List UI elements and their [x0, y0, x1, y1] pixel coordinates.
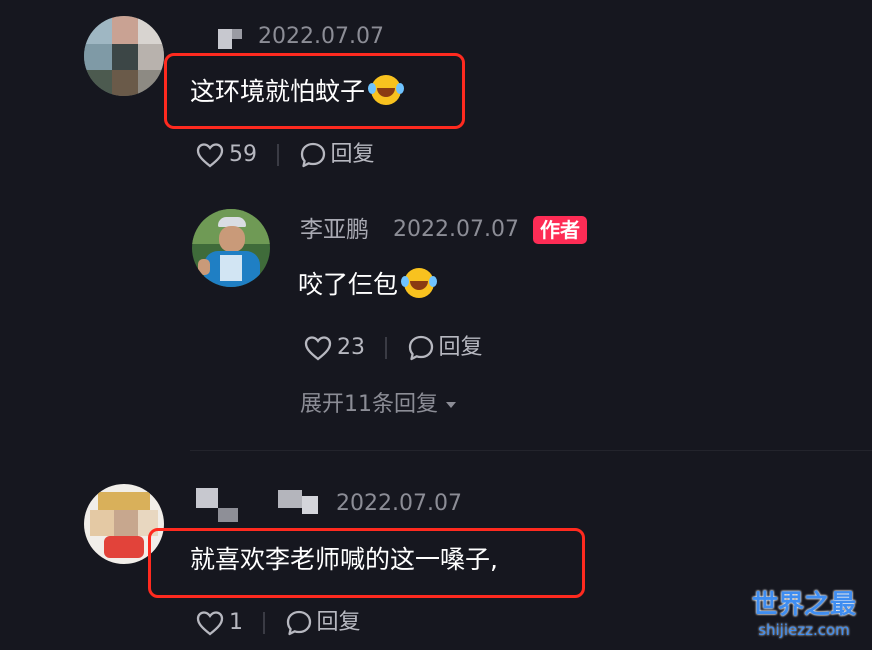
- divider: [263, 612, 265, 634]
- rolling-laughing-emoji-icon: [401, 268, 435, 298]
- author-badge: 作者: [533, 216, 587, 244]
- like-count: 1: [229, 610, 243, 635]
- reply-button[interactable]: 回复: [299, 141, 375, 169]
- section-divider: [190, 450, 872, 451]
- comment-actions: 59 回复: [196, 141, 375, 169]
- watermark: 世界之最 shijiezz.com: [742, 590, 866, 646]
- reply-text: 咬了仨包: [298, 268, 435, 301]
- heart-icon: [196, 143, 224, 168]
- like-button[interactable]: 59: [196, 141, 257, 169]
- chat-bubble-icon: [286, 610, 311, 636]
- reply-text-content: 咬了仨包: [298, 270, 399, 299]
- avatar[interactable]: [84, 16, 164, 96]
- author-name[interactable]: 李亚鹏: [300, 216, 369, 244]
- author-avatar[interactable]: [192, 209, 270, 287]
- reply-button[interactable]: 回复: [407, 334, 483, 362]
- comment-actions: 1 回复: [196, 609, 361, 637]
- chat-bubble-icon: [408, 335, 433, 361]
- chat-bubble-icon: [300, 142, 325, 168]
- watermark-title: 世界之最: [751, 590, 856, 620]
- comment-text-content: 这环境就怕蚊子: [190, 77, 366, 106]
- reply-button[interactable]: 回复: [285, 609, 361, 637]
- comment-date: 2022.07.07: [336, 491, 462, 516]
- like-button[interactable]: 23: [304, 334, 365, 362]
- rolling-laughing-emoji-icon: [368, 75, 402, 105]
- chevron-down-icon: [446, 402, 456, 408]
- comment-date: 2022.07.07: [258, 24, 384, 49]
- reply-actions: 23 回复: [304, 334, 483, 362]
- divider: [385, 337, 387, 359]
- reply-date: 2022.07.07: [393, 217, 519, 242]
- comment-text: 这环境就怕蚊子: [190, 75, 402, 108]
- username-obscured[interactable]: [196, 488, 326, 522]
- reply-label: 回复: [330, 142, 375, 167]
- expand-replies-label: 展开11条回复: [300, 392, 438, 417]
- watermark-url: shijiezz.com: [758, 621, 850, 639]
- divider: [277, 144, 279, 166]
- like-count: 59: [229, 142, 257, 167]
- heart-icon: [196, 611, 224, 636]
- like-count: 23: [337, 335, 365, 360]
- reply-label: 回复: [316, 610, 361, 635]
- comment-text: 就喜欢李老师喊的这一嗓子,: [190, 545, 498, 574]
- expand-replies-button[interactable]: 展开11条回复: [300, 391, 458, 419]
- heart-icon: [304, 336, 332, 361]
- like-button[interactable]: 1: [196, 609, 243, 637]
- reply-label: 回复: [438, 335, 483, 360]
- username-obscured[interactable]: [218, 25, 242, 49]
